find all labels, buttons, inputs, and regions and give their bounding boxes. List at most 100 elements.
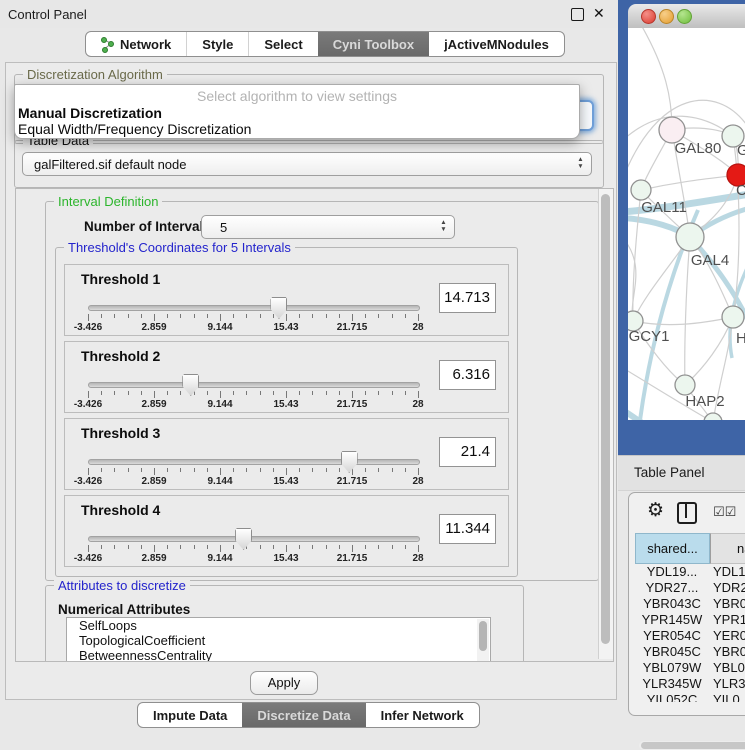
tab-style[interactable]: Style (186, 32, 248, 56)
table-row[interactable]: YER054CYER0 (635, 628, 745, 644)
tick-mark (405, 314, 406, 318)
tick-mark (352, 391, 353, 398)
tick-label: -3.426 (74, 322, 102, 333)
threshold-value-field[interactable]: 21.4 (439, 437, 496, 467)
tick-label: 28 (412, 476, 423, 487)
attribute-item[interactable]: BetweennessCentrality (67, 648, 490, 662)
tick-mark (392, 545, 393, 549)
table-row[interactable]: YLR345WYLR3 (635, 676, 745, 692)
network-window-titlebar[interactable] (628, 4, 745, 29)
tick-mark (114, 391, 115, 395)
table-data-combobox[interactable]: galFiltered.sif default node ▲▼ (22, 152, 592, 176)
threshold-row-3: Threshold 3-3.4262.8599.14415.4321.71528… (64, 418, 509, 490)
dropdown-option-equal-width[interactable]: Equal Width/Frequency Discretization (15, 121, 582, 137)
tick-label: 9.144 (207, 553, 232, 564)
tick-mark (378, 468, 379, 472)
cell-name: YER0 (709, 628, 745, 643)
column-header-shared-name[interactable]: shared... (635, 533, 710, 564)
float-window-icon[interactable] (571, 8, 584, 21)
thresholds-group: Threshold's Coordinates for 5 Intervals … (55, 247, 518, 577)
cell-name: YBR0 (709, 596, 745, 611)
cell-name: YDR2 (709, 580, 745, 595)
table-horizontal-scrollbar[interactable] (639, 741, 745, 750)
close-traffic-light[interactable] (641, 9, 656, 24)
network-node-gal4[interactable] (676, 223, 704, 251)
checkboxes-icon[interactable]: ☑☑ (713, 504, 736, 520)
minimize-traffic-light[interactable] (659, 9, 674, 24)
column-header-name[interactable]: na (710, 533, 745, 564)
tab-select[interactable]: Select (248, 32, 317, 56)
tick-mark (352, 545, 353, 552)
slider-track[interactable] (88, 536, 420, 542)
threshold-slider[interactable]: -3.4262.8599.14415.4321.71528 (88, 496, 418, 566)
threshold-value-field[interactable]: 14.713 (439, 283, 496, 313)
tick-mark (312, 391, 313, 395)
tick-label: 21.715 (337, 553, 368, 564)
dropdown-option-manual-discretization[interactable]: Manual Discretization (15, 105, 582, 121)
table-row[interactable]: YBR043CYBR0 (635, 596, 745, 612)
tick-mark (405, 545, 406, 549)
network-node-h[interactable] (722, 306, 744, 328)
tab-jactivemnodules[interactable]: jActiveMNodules (429, 32, 564, 56)
tab-label: Select (264, 37, 302, 52)
slider-track[interactable] (88, 382, 420, 388)
gear-icon[interactable]: ⚙ (647, 501, 664, 520)
attribute-item[interactable]: TopologicalCoefficient (67, 633, 490, 648)
slider-track[interactable] (88, 459, 420, 465)
dropdown-placeholder-item[interactable]: Select algorithm to view settings (15, 88, 579, 104)
tab-cyni-toolbox[interactable]: Cyni Toolbox (318, 32, 429, 56)
table-row[interactable]: YIL052CYIL0 (635, 692, 745, 702)
tick-mark (312, 314, 313, 318)
bottom-tab-impute-data[interactable]: Impute Data (138, 703, 242, 727)
slider-ticks (88, 468, 418, 475)
threshold-slider[interactable]: -3.4262.8599.14415.4321.71528 (88, 342, 418, 412)
network-node-gal11[interactable] (631, 180, 651, 200)
scrollbar-thumb[interactable] (601, 194, 610, 644)
table-row[interactable]: YDL19...YDL1 (635, 564, 745, 580)
node-label: H (736, 330, 745, 347)
numerical-attributes-label: Numerical Attributes (58, 602, 190, 617)
tick-mark (141, 314, 142, 318)
group-title: Discretization Algorithm (23, 67, 167, 82)
apply-button[interactable]: Apply (250, 671, 318, 695)
tick-mark (180, 314, 181, 318)
tick-label: 15.43 (273, 399, 298, 410)
columns-icon[interactable] (677, 502, 697, 524)
tick-mark (220, 468, 221, 475)
bottom-tab-discretize-data[interactable]: Discretize Data (242, 703, 365, 727)
tick-mark (273, 391, 274, 395)
zoom-traffic-light[interactable] (677, 9, 692, 24)
tab-label: Network (120, 37, 171, 52)
threshold-slider[interactable]: -3.4262.8599.14415.4321.71528 (88, 265, 418, 335)
numerical-attributes-list[interactable]: SelfLoopsTopologicalCoefficientBetweenne… (66, 617, 491, 662)
tick-mark (233, 545, 234, 549)
slider-tick-labels: -3.4262.8599.14415.4321.71528 (88, 553, 418, 564)
list-scrollbar[interactable] (477, 619, 489, 661)
tab-network[interactable]: Network (86, 32, 186, 56)
tick-mark (101, 391, 102, 395)
network-node-hap2[interactable] (675, 375, 695, 395)
panel-vertical-scrollbar[interactable] (598, 189, 613, 659)
tab-label: Impute Data (153, 708, 227, 723)
cell-shared-name: YBL079W (635, 660, 709, 675)
number-of-intervals-combobox[interactable]: 5 ▲▼ (201, 215, 455, 239)
threshold-slider[interactable]: -3.4262.8599.14415.4321.71528 (88, 419, 418, 489)
tick-mark (365, 468, 366, 472)
table-row[interactable]: YDR27...YDR2 (635, 580, 745, 596)
attribute-item[interactable]: SelfLoops (67, 618, 490, 633)
table-row[interactable]: YBL079WYBL0 (635, 660, 745, 676)
close-icon[interactable]: ✕ (593, 5, 605, 22)
table-row[interactable]: YBR045CYBR0 (635, 644, 745, 660)
threshold-value-field[interactable]: 6.316 (439, 360, 496, 390)
node-label: GAL4 (691, 252, 729, 269)
threshold-value-field[interactable]: 11.344 (439, 514, 496, 544)
tick-mark (233, 391, 234, 395)
tick-mark (154, 314, 155, 321)
tick-mark (207, 391, 208, 395)
bottom-tab-infer-network[interactable]: Infer Network (366, 703, 479, 727)
tick-label: -3.426 (74, 553, 102, 564)
network-canvas[interactable]: GAL80GCGAL11GAL4GCY1HHAP2 (628, 28, 745, 420)
tick-label: 2.859 (141, 553, 166, 564)
slider-track[interactable] (88, 305, 420, 311)
table-row[interactable]: YPR145WYPR1 (635, 612, 745, 628)
